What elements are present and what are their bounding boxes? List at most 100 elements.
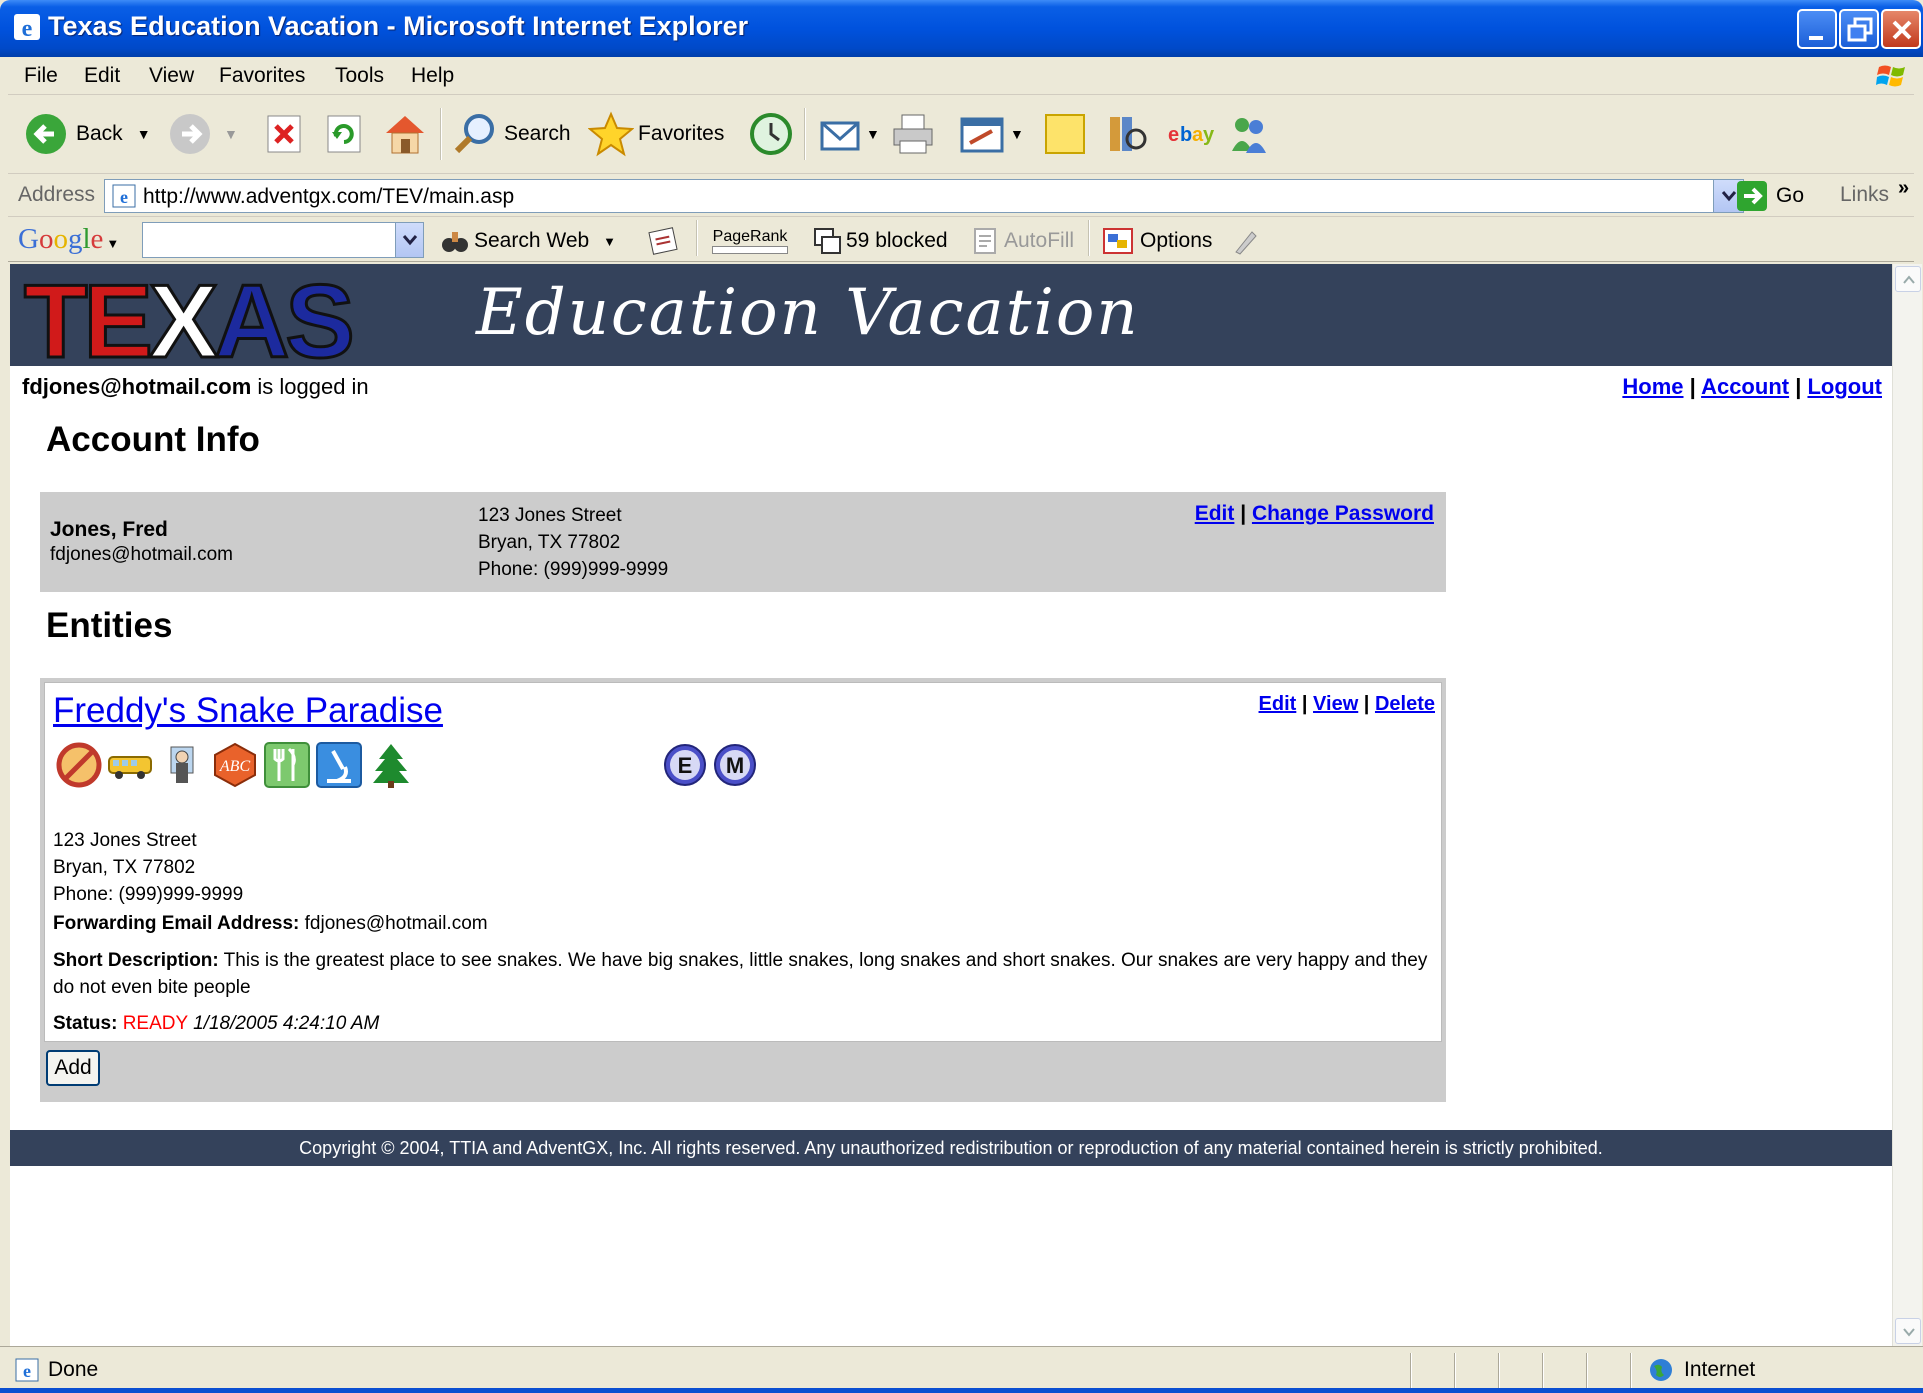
entity-edit-link[interactable]: Edit <box>1259 693 1297 715</box>
menu-edit[interactable]: Edit <box>84 64 120 88</box>
restore-icon <box>1847 17 1873 42</box>
search-web-button[interactable]: Search Web ▼ <box>440 226 616 256</box>
account-link[interactable]: Account <box>1701 374 1789 399</box>
forward-button[interactable]: ▼ <box>168 110 238 158</box>
entity-actions: Edit | View | Delete <box>1258 693 1435 715</box>
address-bar: Address e http://www.adventgx.com/TEV/ma… <box>8 175 1914 217</box>
entity-status: Status: READY 1/18/2005 4:24:10 AM <box>53 1013 380 1034</box>
refresh-icon <box>327 115 361 153</box>
dining-icon <box>264 742 310 788</box>
menu-bar: File Edit View Favorites Tools Help <box>8 57 1914 95</box>
status-pane-divider <box>1498 1353 1500 1389</box>
links-toolbar[interactable]: Links <box>1840 183 1889 207</box>
news-button[interactable] <box>648 226 680 256</box>
page-footer: Copyright © 2004, TTIA and AdventGX, Inc… <box>10 1130 1892 1166</box>
favorites-button[interactable]: Favorites <box>588 110 724 158</box>
badge-m-icon: M <box>714 744 756 786</box>
research-icon <box>1110 117 1147 151</box>
search-web-dropdown-icon[interactable]: ▼ <box>603 234 616 249</box>
taskbar-edge <box>0 1388 1923 1393</box>
science-microscope-icon <box>316 742 362 788</box>
entity-card: Freddy's Snake Paradise Edit | View | De… <box>44 682 1442 1042</box>
badge-e-icon: E <box>664 744 706 786</box>
svg-text:M: M <box>726 753 744 778</box>
chevron-up-icon <box>1903 275 1915 284</box>
entity-delete-link[interactable]: Delete <box>1375 693 1435 715</box>
scroll-down-button[interactable] <box>1895 1318 1921 1344</box>
messenger-icon <box>1232 118 1266 153</box>
entity-view-link[interactable]: View <box>1313 693 1358 715</box>
mail-button[interactable]: ▼ <box>818 110 880 158</box>
vertical-scrollbar[interactable] <box>1892 264 1922 1346</box>
entity-address: 123 Jones Street Bryan, TX 77802 Phone: … <box>53 830 244 905</box>
chevron-right-icon[interactable]: » <box>1898 177 1909 200</box>
print-button[interactable] <box>890 110 936 158</box>
autofill-button[interactable]: AutoFill <box>970 226 1074 256</box>
logout-link[interactable]: Logout <box>1807 374 1882 399</box>
research-button[interactable] <box>1104 110 1150 158</box>
toolbar-separator <box>696 220 698 256</box>
go-arrow-icon <box>1737 181 1767 211</box>
discuss-button[interactable] <box>1042 110 1088 158</box>
menu-favorites[interactable]: Favorites <box>219 64 305 88</box>
home-button[interactable] <box>382 110 428 158</box>
edit-account-link[interactable]: Edit <box>1195 502 1235 525</box>
menu-tools[interactable]: Tools <box>335 64 384 88</box>
status-text: e Done <box>14 1355 98 1385</box>
status-badge: READY <box>122 1013 188 1034</box>
pagerank-indicator[interactable]: PageRank <box>712 226 788 256</box>
google-search-input[interactable] <box>142 222 424 258</box>
history-button[interactable] <box>748 110 794 158</box>
restore-button[interactable] <box>1839 9 1879 49</box>
close-button[interactable] <box>1881 9 1921 49</box>
print-icon <box>893 114 933 154</box>
back-dropdown-icon[interactable]: ▼ <box>137 126 151 142</box>
status-pane-divider <box>1410 1353 1412 1389</box>
toolbar-separator <box>804 108 806 160</box>
change-password-link[interactable]: Change Password <box>1252 502 1434 525</box>
edit-dropdown-icon[interactable]: ▼ <box>1010 126 1024 142</box>
svg-text:y: y <box>1203 124 1214 146</box>
address-input[interactable]: e http://www.adventgx.com/TEV/main.asp <box>104 179 1744 213</box>
minimize-button[interactable] <box>1797 9 1837 49</box>
address-label: Address <box>18 183 96 206</box>
minimize-icon <box>1809 36 1823 40</box>
address-url: http://www.adventgx.com/TEV/main.asp <box>143 185 515 208</box>
mail-dropdown-icon[interactable]: ▼ <box>866 126 880 142</box>
ebay-button[interactable]: ebay <box>1166 110 1214 158</box>
standard-toolbar: Back ▼ ▼ Search Favorites ▼ ▼ e b a y <box>8 96 1914 174</box>
window-title: Texas Education Vacation - Microsoft Int… <box>48 11 749 41</box>
edit-button[interactable]: ▼ <box>958 110 1024 158</box>
popup-blocker-button[interactable]: 59 blocked <box>812 226 948 256</box>
favorites-star-icon <box>588 111 634 157</box>
search-button[interactable]: Search <box>452 110 571 158</box>
options-icon <box>1103 228 1133 254</box>
menu-file[interactable]: File <box>24 64 58 88</box>
highlight-button[interactable] <box>1230 226 1260 256</box>
top-nav-links: Home | Account | Logout <box>1622 374 1882 399</box>
chevron-down-icon <box>402 235 418 246</box>
abc-education-icon: ABC <box>214 742 256 788</box>
popup-blocked-icon <box>814 228 841 254</box>
stop-button[interactable] <box>264 110 304 158</box>
menu-help[interactable]: Help <box>411 64 454 88</box>
home-link[interactable]: Home <box>1622 374 1683 399</box>
entity-name-link[interactable]: Freddy's Snake Paradise <box>53 691 443 731</box>
forward-dropdown-icon[interactable]: ▼ <box>224 126 238 142</box>
menu-view[interactable]: View <box>149 64 194 88</box>
sticky-note-icon <box>1045 114 1085 154</box>
scroll-up-button[interactable] <box>1895 266 1921 292</box>
google-options-button[interactable]: Options <box>1102 226 1212 256</box>
google-logo[interactable]: Google ▼ <box>18 223 119 256</box>
google-toolbar: Google ▼ Search Web ▼ PageRank 59 blocked <box>8 218 1914 262</box>
add-entity-button[interactable]: Add <box>46 1050 100 1086</box>
forward-arrow-icon <box>170 114 210 154</box>
no-smoking-icon <box>56 742 102 788</box>
back-button[interactable]: Back ▼ <box>24 110 151 158</box>
refresh-button[interactable] <box>324 110 364 158</box>
google-search-dropdown[interactable] <box>395 223 423 257</box>
go-button[interactable]: Go <box>1736 180 1804 212</box>
svg-text:e: e <box>23 1361 31 1381</box>
messenger-button[interactable] <box>1226 110 1272 158</box>
globe-icon <box>1650 1359 1672 1381</box>
